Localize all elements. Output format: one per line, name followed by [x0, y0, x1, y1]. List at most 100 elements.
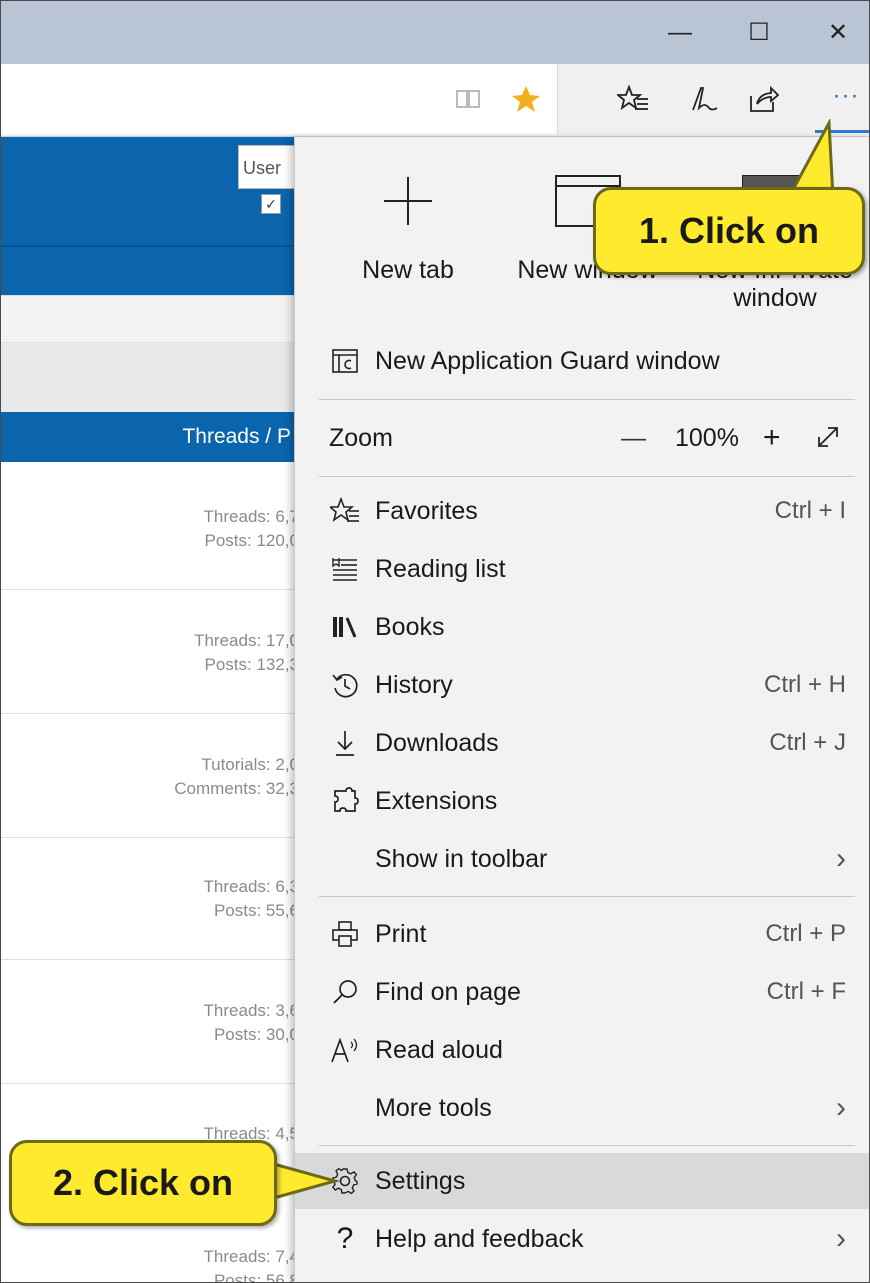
search-icon: [329, 976, 361, 1008]
favorites-hub-button[interactable]: [613, 79, 653, 119]
zoom-level-value: 100%: [675, 423, 739, 452]
print-item[interactable]: Print Ctrl + P: [295, 906, 869, 962]
forum-stats-3: Tutorials: 2,0 Comments: 32,3: [174, 755, 299, 798]
read-aloud-item[interactable]: Read aloud: [295, 1022, 869, 1078]
help-label: Help and feedback: [375, 1224, 584, 1253]
favorites-item[interactable]: Favorites Ctrl + I: [295, 483, 869, 539]
chevron-right-icon: ›: [836, 1091, 846, 1124]
address-toolbar: ···: [1, 64, 869, 137]
chevron-right-icon: ›: [836, 842, 846, 875]
favorites-hub-icon: [617, 84, 648, 111]
address-bar[interactable]: [1, 64, 558, 134]
minimize-icon: —: [668, 18, 692, 46]
history-item[interactable]: History Ctrl + H: [295, 657, 869, 713]
zoom-out-button[interactable]: —: [621, 424, 646, 453]
books-icon: [329, 611, 361, 643]
callout-step-2: 2. Click on: [9, 1140, 277, 1226]
zoom-row: Zoom — 100% +: [295, 410, 869, 466]
books-item[interactable]: Books: [295, 599, 869, 655]
print-label: Print: [375, 919, 427, 948]
plus-icon: [384, 177, 432, 225]
row-divider: [1, 959, 301, 960]
more-icon: ···: [832, 82, 860, 109]
find-shortcut: Ctrl + F: [766, 978, 846, 1005]
row-divider: [1, 1083, 301, 1084]
row-divider: [1, 589, 301, 590]
reading-list-item[interactable]: Reading list: [295, 541, 869, 597]
reading-view-icon: [456, 90, 480, 108]
more-tools-label: More tools: [375, 1093, 492, 1122]
star-icon: [512, 86, 540, 112]
application-guard-icon: [329, 345, 361, 377]
forum-stats-5: Threads: 3,6 Posts: 30,0: [203, 1001, 299, 1044]
new-application-guard-window-item[interactable]: New Application Guard window: [295, 333, 869, 389]
history-label: History: [375, 670, 453, 699]
chevron-right-icon: ›: [836, 1222, 846, 1255]
zoom-label: Zoom: [329, 423, 393, 452]
favorite-star-button[interactable]: [506, 79, 546, 119]
favorites-shortcut: Ctrl + I: [774, 497, 846, 524]
fullscreen-button[interactable]: [815, 424, 841, 457]
print-icon: [329, 918, 361, 950]
new-tab-label: New tab: [362, 256, 454, 284]
row-divider: [1, 713, 301, 714]
extensions-label: Extensions: [375, 786, 498, 815]
downloads-label: Downloads: [375, 728, 499, 757]
remember-checkbox[interactable]: ✓: [261, 194, 281, 214]
title-bar: — ☐ ✕: [1, 1, 869, 64]
fullscreen-icon: [818, 427, 838, 447]
find-on-page-item[interactable]: Find on page Ctrl + F: [295, 964, 869, 1020]
downloads-shortcut: Ctrl + J: [769, 729, 846, 756]
row-divider: [1, 837, 301, 838]
forum-stats-7: Threads: 7,4 Posts: 56,8: [203, 1247, 299, 1283]
zoom-in-button[interactable]: +: [763, 421, 781, 455]
maximize-button[interactable]: ☐: [728, 1, 790, 64]
read-aloud-icon: [329, 1034, 361, 1066]
menu-separator: [319, 896, 855, 897]
web-note-button[interactable]: [683, 79, 723, 119]
user-field[interactable]: User: [238, 145, 301, 189]
app-guard-label: New Application Guard window: [375, 346, 720, 375]
forum-stats-4: Threads: 6,3 Posts: 55,6: [203, 877, 299, 920]
page-subbar: [1, 295, 301, 343]
menu-separator: [319, 1145, 855, 1146]
history-shortcut: Ctrl + H: [763, 671, 846, 698]
settings-and-more-button[interactable]: ···: [823, 76, 869, 116]
help-and-feedback-item[interactable]: ? Help and feedback ›: [295, 1211, 869, 1267]
reading-view-button[interactable]: [448, 79, 488, 119]
share-icon: [750, 85, 779, 112]
minimize-button[interactable]: —: [649, 1, 711, 64]
download-icon: [329, 727, 361, 759]
pen-icon: [692, 87, 718, 111]
history-icon: [329, 669, 361, 701]
menu-separator: [319, 399, 855, 400]
reading-list-label: Reading list: [375, 554, 506, 583]
new-tab-button[interactable]: New tab: [333, 137, 483, 327]
favorites-icon: [329, 495, 361, 527]
downloads-item[interactable]: Downloads Ctrl + J: [295, 715, 869, 771]
show-in-toolbar-item[interactable]: Show in toolbar ›: [295, 831, 869, 887]
question-icon: ?: [336, 1222, 354, 1255]
callout-step-1: 1. Click on: [593, 187, 865, 275]
favorites-label: Favorites: [375, 496, 478, 525]
maximize-icon: ☐: [748, 19, 770, 46]
find-on-page-label: Find on page: [375, 977, 521, 1006]
settings-item[interactable]: Settings: [295, 1153, 869, 1209]
show-in-toolbar-label: Show in toolbar: [375, 844, 548, 873]
share-button[interactable]: [743, 79, 783, 119]
close-icon: ✕: [827, 19, 849, 46]
close-button[interactable]: ✕: [807, 1, 869, 64]
band-divider: [1, 245, 301, 247]
print-shortcut: Ctrl + P: [765, 920, 846, 947]
browser-window: — ☐ ✕ ··· User ✓ Threads / P Threads: 6,…: [0, 0, 870, 1283]
read-aloud-label: Read aloud: [375, 1035, 503, 1064]
new-inprivate-label-2: window: [733, 284, 817, 312]
threads-column-header: Threads / P: [182, 425, 291, 448]
extensions-item[interactable]: Extensions: [295, 773, 869, 829]
forum-stats-1: Threads: 6,7 Posts: 120,0: [203, 507, 299, 550]
reading-list-icon: [329, 553, 361, 585]
settings-label: Settings: [375, 1166, 466, 1195]
books-label: Books: [375, 612, 445, 641]
forum-stats-2: Threads: 17,0 Posts: 132,3: [194, 631, 299, 674]
more-tools-item[interactable]: More tools ›: [295, 1080, 869, 1136]
